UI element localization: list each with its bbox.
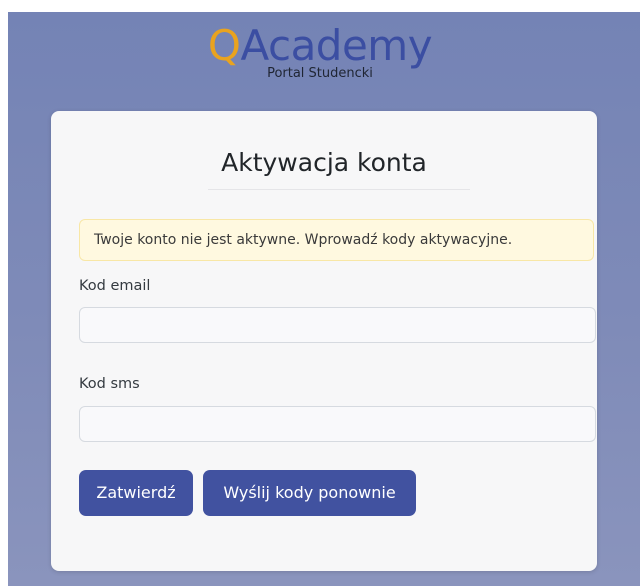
resend-codes-button[interactable]: Wyślij kody ponownie	[203, 470, 416, 516]
logo-q-letter: Q	[207, 21, 241, 70]
logo-subtitle: Portal Studencki	[267, 66, 373, 81]
sms-code-input[interactable]	[79, 406, 596, 442]
page-title: Aktywacja konta	[221, 148, 427, 177]
email-code-label: Kod email	[79, 278, 151, 294]
sms-code-label: Kod sms	[79, 376, 140, 392]
page: QAcademy Portal Studencki Aktywacja kont…	[0, 0, 640, 586]
logo: QAcademy Portal Studencki	[0, 21, 640, 82]
inactive-account-alert: Twoje konto nie jest aktywne. Wprowadź k…	[79, 219, 594, 261]
title-divider	[208, 189, 470, 190]
activation-card: Aktywacja konta Twoje konto nie jest akt…	[51, 111, 597, 571]
submit-button[interactable]: Zatwierdź	[79, 470, 193, 516]
logo-wordmark: QAcademy	[207, 21, 433, 70]
email-code-input[interactable]	[79, 307, 596, 343]
logo-academy-text: Academy	[240, 21, 433, 70]
